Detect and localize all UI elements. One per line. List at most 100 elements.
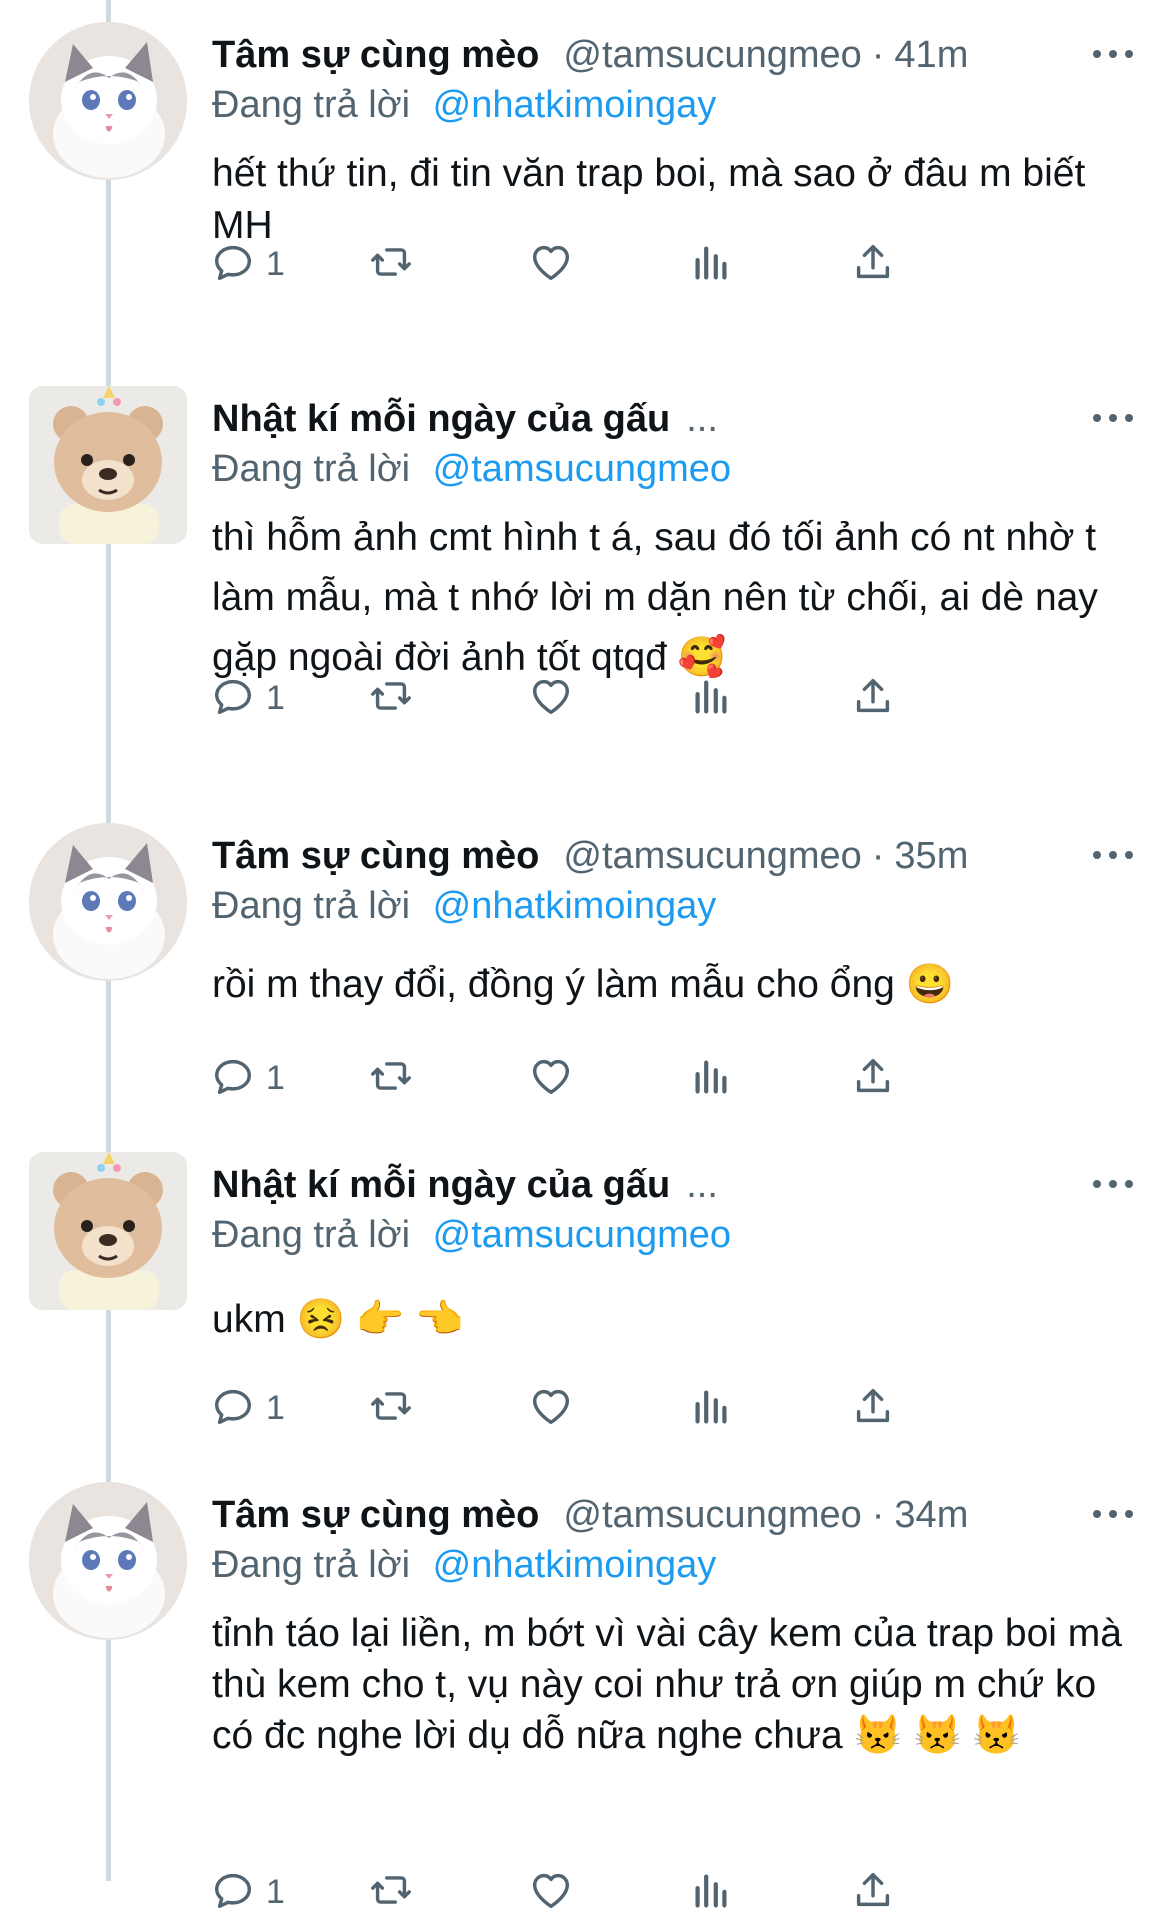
tweet-actions: 1 [210, 1048, 1040, 1108]
reply-icon [210, 673, 256, 724]
share-icon [850, 239, 896, 290]
tweet-actions: 1 [210, 234, 1040, 294]
more-options-icon[interactable] [1093, 1506, 1133, 1522]
share-button[interactable] [850, 1378, 896, 1438]
reply-count: 1 [266, 1058, 285, 1097]
reply-count: 1 [266, 678, 285, 717]
share-button[interactable] [850, 1048, 896, 1108]
reply-icon [210, 239, 256, 290]
reply-icon [210, 1383, 256, 1434]
display-name[interactable]: Tâm sự cùng mèo [212, 835, 539, 878]
reply-icon [210, 1867, 256, 1918]
replying-to-label: Đang trả lời [212, 885, 411, 927]
retweet-icon [368, 239, 414, 290]
views-icon [688, 1383, 734, 1434]
views-icon [688, 673, 734, 724]
bear-avatar[interactable] [29, 1152, 187, 1310]
views-button[interactable] [688, 1862, 734, 1922]
replying-to: Đang trả lời @nhatkimoingay [212, 885, 716, 933]
replying-to: Đang trả lời @nhatkimoingay [212, 1544, 716, 1592]
replying-to: Đang trả lời @nhatkimoingay [212, 84, 716, 132]
views-button[interactable] [688, 668, 734, 728]
share-button[interactable] [850, 234, 896, 294]
views-button[interactable] [688, 1378, 734, 1438]
like-button[interactable] [528, 1048, 574, 1108]
reply-count: 1 [266, 244, 285, 283]
user-handle[interactable]: @tamsucungmeo [563, 34, 861, 77]
like-button[interactable] [528, 668, 574, 728]
display-name[interactable]: Tâm sự cùng mèo [212, 34, 539, 77]
tweet-text: tỉnh táo lại liền, m bớt vì vài cây kem … [212, 1612, 1122, 1757]
replying-to-handle[interactable]: @tamsucungmeo [433, 1214, 731, 1256]
tweet-time[interactable]: 41m [894, 34, 968, 77]
tweet-header: Nhật kí mỗi ngày của gấu ... [212, 394, 1141, 444]
display-name[interactable]: Tâm sự cùng mèo [212, 1494, 539, 1537]
like-icon [528, 1053, 574, 1104]
tweet-actions: 1 [210, 1862, 1040, 1922]
like-icon [528, 239, 574, 290]
display-name[interactable]: Nhật kí mỗi ngày của gấu [212, 1164, 670, 1207]
reply-button[interactable]: 1 [210, 1378, 285, 1438]
like-button[interactable] [528, 1862, 574, 1922]
views-button[interactable] [688, 1048, 734, 1108]
more-options-icon[interactable] [1093, 847, 1133, 863]
bear-avatar[interactable] [29, 386, 187, 544]
share-icon [850, 1053, 896, 1104]
name-truncation: ... [686, 397, 718, 440]
share-icon [850, 1383, 896, 1434]
share-button[interactable] [850, 668, 896, 728]
reply-count: 1 [266, 1872, 285, 1911]
tweet-text: thì hỗm ảnh cmt hình t á, sau đó tối ảnh… [212, 516, 1098, 679]
tweet-header: Tâm sự cùng mèo @tamsucungmeo · 34m [212, 1490, 1141, 1540]
retweet-icon [368, 1867, 414, 1918]
retweet-icon [368, 1383, 414, 1434]
replying-to-label: Đang trả lời [212, 1544, 411, 1586]
replying-to: Đang trả lời @tamsucungmeo [212, 1214, 731, 1262]
retweet-button[interactable] [368, 234, 414, 294]
replying-to-handle[interactable]: @nhatkimoingay [433, 1544, 717, 1586]
replying-to-label: Đang trả lời [212, 1214, 411, 1256]
replying-to-handle[interactable]: @tamsucungmeo [433, 448, 731, 490]
replying-to-handle[interactable]: @nhatkimoingay [433, 885, 717, 927]
tweet-actions: 1 [210, 1378, 1040, 1438]
tweet-text: rồi m thay đổi, đồng ý làm mẫu cho ổng 😀 [212, 963, 955, 1006]
share-icon [850, 1867, 896, 1918]
user-handle[interactable]: @tamsucungmeo [563, 835, 861, 878]
like-icon [528, 1867, 574, 1918]
tweet-time[interactable]: 34m [894, 1494, 968, 1537]
reply-button[interactable]: 1 [210, 668, 285, 728]
tweet-header: Nhật kí mỗi ngày của gấu ... [212, 1160, 1141, 1210]
display-name[interactable]: Nhật kí mỗi ngày của gấu [212, 398, 670, 441]
reply-button[interactable]: 1 [210, 1048, 285, 1108]
reply-button[interactable]: 1 [210, 1862, 285, 1922]
more-options-icon[interactable] [1093, 410, 1133, 426]
retweet-icon [368, 673, 414, 724]
reply-count: 1 [266, 1388, 285, 1427]
tweet-time[interactable]: 35m [894, 835, 968, 878]
more-options-icon[interactable] [1093, 46, 1133, 62]
tweet-header: Tâm sự cùng mèo @tamsucungmeo · 35m [212, 831, 1141, 881]
like-button[interactable] [528, 1378, 574, 1438]
share-icon [850, 673, 896, 724]
views-icon [688, 1867, 734, 1918]
retweet-button[interactable] [368, 1862, 414, 1922]
like-button[interactable] [528, 234, 574, 294]
replying-to-handle[interactable]: @nhatkimoingay [433, 84, 717, 126]
tweet-text: ukm 😣 👉 👈 [212, 1298, 464, 1341]
separator-dot: · [871, 1493, 885, 1536]
views-button[interactable] [688, 234, 734, 294]
retweet-button[interactable] [368, 1048, 414, 1108]
retweet-button[interactable] [368, 668, 414, 728]
views-icon [688, 239, 734, 290]
views-icon [688, 1053, 734, 1104]
cat-avatar[interactable] [29, 1482, 187, 1640]
tweet-header: Tâm sự cùng mèo @tamsucungmeo · 41m [212, 30, 1141, 80]
reply-button[interactable]: 1 [210, 234, 285, 294]
cat-avatar[interactable] [29, 823, 187, 981]
share-button[interactable] [850, 1862, 896, 1922]
reply-icon [210, 1053, 256, 1104]
more-options-icon[interactable] [1093, 1176, 1133, 1192]
user-handle[interactable]: @tamsucungmeo [563, 1494, 861, 1537]
retweet-button[interactable] [368, 1378, 414, 1438]
cat-avatar[interactable] [29, 22, 187, 180]
